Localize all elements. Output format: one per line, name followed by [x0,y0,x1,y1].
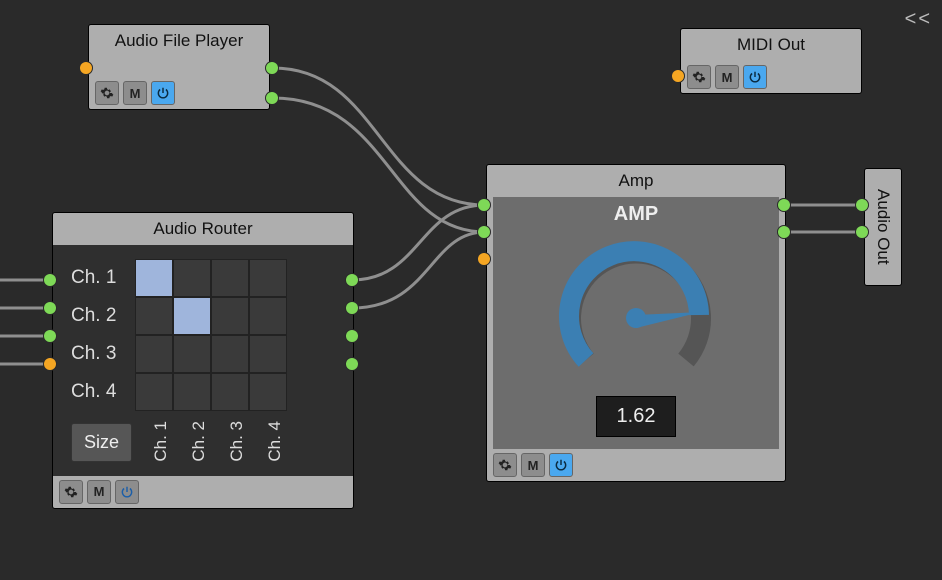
node-audio-out[interactable]: Audio Out [864,168,902,286]
row-label: Ch. 3 [71,343,135,365]
input-port[interactable] [44,358,56,370]
input-port[interactable] [856,226,868,238]
matrix-cell[interactable] [211,297,249,335]
matrix-cell[interactable] [173,297,211,335]
power-button[interactable] [115,480,139,504]
power-button[interactable] [151,81,175,105]
gear-icon[interactable] [95,81,119,105]
mute-button[interactable]: M [715,65,739,89]
matrix-cell[interactable] [249,373,287,411]
gain-value[interactable]: 1.62 [596,396,677,437]
row-label: Ch. 2 [71,305,135,327]
power-button[interactable] [743,65,767,89]
input-port[interactable] [44,302,56,314]
gear-icon[interactable] [687,65,711,89]
matrix-cell[interactable] [211,335,249,373]
matrix-cell[interactable] [135,259,173,297]
output-port[interactable] [778,226,790,238]
input-port[interactable] [478,199,490,211]
output-port[interactable] [346,302,358,314]
mute-button[interactable]: M [521,453,545,477]
matrix-cell[interactable] [135,373,173,411]
input-port[interactable] [856,199,868,211]
input-port[interactable] [44,274,56,286]
knob-label: AMP [614,203,658,226]
node-midi-out[interactable]: MIDI Out M [680,28,862,94]
col-label: Ch. 1 [151,421,171,462]
matrix-cell[interactable] [173,259,211,297]
matrix-cell[interactable] [249,297,287,335]
input-port[interactable] [478,226,490,238]
matrix-cell[interactable] [173,373,211,411]
output-port[interactable] [778,199,790,211]
input-port[interactable] [80,62,92,74]
mute-button[interactable]: M [123,81,147,105]
node-audio-router[interactable]: Audio Router Ch. 1 Ch. 2 Ch. 3 Ch. 4 [52,212,354,509]
input-port[interactable] [478,253,490,265]
output-port[interactable] [266,62,278,74]
output-port[interactable] [346,330,358,342]
node-audio-file-player[interactable]: Audio File Player M [88,24,270,110]
router-matrix: Ch. 1 Ch. 2 Ch. 3 Ch. 4 [53,245,353,476]
matrix-cell[interactable] [211,373,249,411]
power-button[interactable] [549,453,573,477]
matrix-cell[interactable] [135,335,173,373]
node-title: Amp [487,165,785,197]
output-port[interactable] [346,358,358,370]
size-button[interactable]: Size [71,423,132,462]
node-title: Audio Out [873,189,893,265]
gain-knob[interactable] [551,230,721,390]
col-label: Ch. 3 [227,421,247,462]
node-title: Audio File Player [89,25,269,57]
input-port[interactable] [672,70,684,82]
col-label: Ch. 2 [189,421,209,462]
output-port[interactable] [266,92,278,104]
matrix-cell[interactable] [135,297,173,335]
gear-icon[interactable] [59,480,83,504]
node-title: MIDI Out [681,29,861,61]
gear-icon[interactable] [493,453,517,477]
input-port[interactable] [44,330,56,342]
row-label: Ch. 4 [71,381,135,403]
row-label: Ch. 1 [71,267,135,289]
col-label: Ch. 4 [265,421,285,462]
matrix-cell[interactable] [211,259,249,297]
matrix-cell[interactable] [249,259,287,297]
node-title: Audio Router [53,213,353,245]
collapse-button[interactable]: << [905,8,932,31]
mute-button[interactable]: M [87,480,111,504]
node-amp[interactable]: Amp AMP 1.62 M [486,164,786,482]
matrix-cell[interactable] [173,335,211,373]
matrix-cell[interactable] [249,335,287,373]
output-port[interactable] [346,274,358,286]
